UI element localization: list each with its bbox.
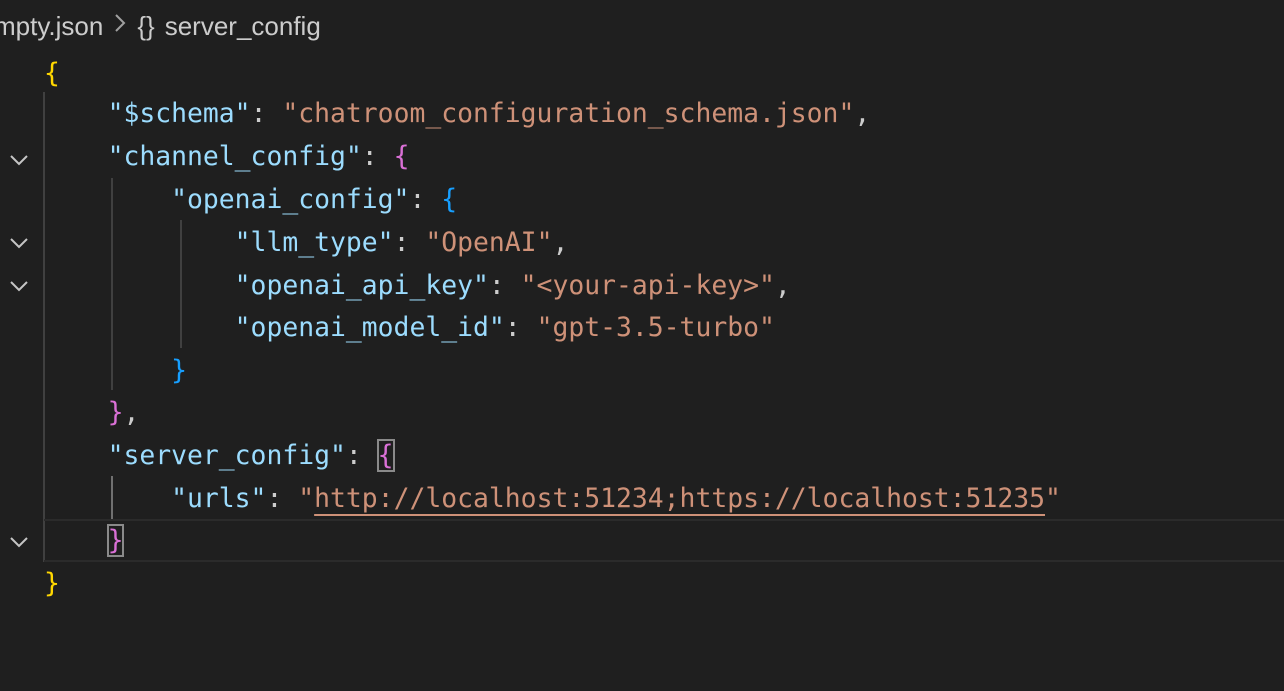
json-key: "openai_config" [171,184,410,215]
code-line: }, [107,397,140,428]
url-link[interactable]: http://localhost:51234;https://localhost… [314,483,1045,514]
bracket-match: { [376,439,395,472]
bracket: { [44,58,60,89]
code-line: "openai_api_key": "<your-api-key>", [234,270,791,301]
json-string: "OpenAI" [425,227,553,258]
code-line: "$schema": "chatroom_configuration_schem… [107,98,871,129]
breadcrumb-file[interactable]: mpty.json [0,11,103,42]
braces-icon: {} [137,10,155,41]
json-key: "channel_config" [107,141,362,172]
json-string: "chatroom_configuration_schema.json" [282,98,855,129]
code-line: "server_config": { [0,434,1284,547]
code-line: "urls": "http://localhost:51234;https://… [171,483,1061,514]
json-key: "llm_type" [234,227,394,258]
json-string: "<your-api-key>" [520,270,775,301]
bracket: { [393,141,410,172]
json-string: "gpt-3.5-turbo" [536,312,775,343]
code-line: "openai_config": { [0,178,1284,291]
code-editor[interactable]: { "$schema": "chatroom_configuration_sch… [0,52,1284,637]
breadcrumb-symbol[interactable]: server_config [165,11,321,42]
breadcrumb: mpty.json {} server_config [0,0,1284,52]
bracket: } [171,355,187,386]
code-line: "channel_config": { [0,135,1284,248]
json-key: "server_config" [107,440,346,471]
bracket-match: } [106,524,125,557]
bracket: } [44,568,60,599]
code-line: } [0,562,1284,605]
json-key: "openai_api_key" [234,270,489,301]
json-key: "urls" [171,483,267,514]
bracket: { [441,184,458,215]
chevron-right-icon [113,12,127,41]
bracket: } [107,397,124,428]
code-line: "openai_model_id": "gpt-3.5-turbo" [234,312,775,343]
current-line: } [44,519,1284,562]
code-line: "llm_type": "OpenAI", [234,227,569,258]
code-line: { [0,52,1284,165]
code-line: } [0,349,1284,392]
json-key: "openai_model_id" [234,312,505,343]
json-key: "$schema" [107,98,251,129]
